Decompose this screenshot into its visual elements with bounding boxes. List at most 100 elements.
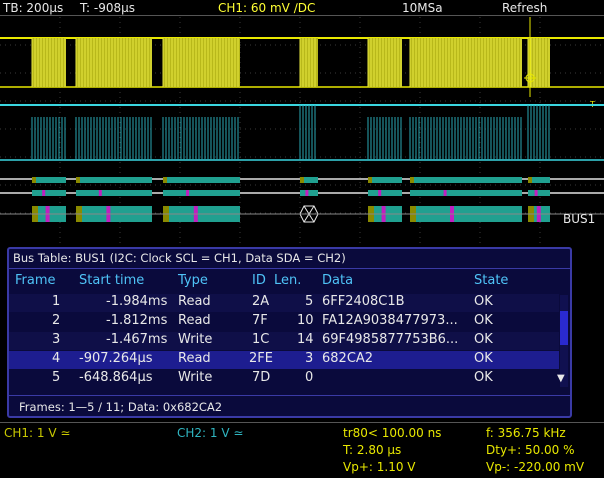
table-row[interactable]: 1 -1.984ms Read 2A 5 6FF2408C1B OK [9, 294, 559, 312]
sample-rate-readout[interactable]: 10MSa [402, 0, 443, 16]
cell-state: OK [474, 332, 493, 347]
measurement-bar: CH1: 1 V ≃ CH2: 1 V ≃ tr80< 100.00 ns T:… [0, 420, 604, 478]
cell-state: OK [474, 370, 493, 385]
cell-data: 69F4985877753B6... [322, 332, 459, 347]
ch1-burst [410, 38, 522, 87]
decode-segment [368, 190, 402, 196]
timebase-readout[interactable]: TB: 200µs [3, 0, 63, 16]
cell-data: 6FF2408C1B [322, 294, 405, 309]
table-header: Frame Start time Type ID Len. Data State [9, 273, 570, 291]
decode-start [76, 177, 80, 183]
ch1-setting-readout[interactable]: CH1: 60 mV ∕DC [218, 0, 315, 16]
ch1-burst [32, 38, 66, 87]
cell-length: 10 [297, 313, 314, 328]
cell-frame: 2 [52, 313, 61, 328]
cell-frame: 5 [52, 370, 61, 385]
divider [9, 268, 570, 269]
decode-segment [410, 190, 522, 196]
rise-time-measurement: tr80< 100.00 ns [343, 426, 442, 440]
decode-start [300, 177, 304, 183]
duty-measurement: Dty+: 50.00 % [486, 443, 575, 457]
decode-ack [378, 190, 382, 196]
divider [9, 395, 570, 396]
column-header-frame: Frame [15, 273, 56, 288]
decode-ack [42, 190, 46, 196]
decode-ack [98, 190, 102, 196]
decode-ack [534, 190, 538, 196]
decode-start [528, 177, 532, 183]
column-header-state: State [474, 273, 509, 288]
cell-frame: 3 [52, 332, 61, 347]
cell-start-time: -907.264µs [79, 351, 153, 366]
cell-data: 682CA2 [322, 351, 374, 366]
decode-start [163, 177, 167, 183]
status-bar: TB: 200µs T: -908µs CH1: 60 mV ∕DC 10MSa… [0, 0, 604, 16]
cell-length: 3 [305, 351, 314, 366]
cell-type: Read [178, 351, 211, 366]
cell-id: 2FE [249, 351, 273, 366]
column-header-length: Len. [274, 273, 302, 288]
bus-table-title: Bus Table: BUS1 (I2C: Clock SCL = CH1, D… [13, 251, 346, 265]
cell-id: 7F [252, 313, 268, 328]
scroll-down-icon[interactable]: ▼ [557, 373, 565, 384]
cell-start-time: -648.864µs [79, 370, 153, 385]
cell-id: 2A [252, 294, 270, 309]
status-bar-divider [0, 15, 604, 16]
cell-length: 14 [297, 332, 314, 347]
table-row-selected[interactable]: 4 -907.264µs Read 2FE 3 682CA2 OK [9, 351, 559, 369]
decode-segment [32, 190, 66, 196]
cell-start-time: -1.984ms [106, 294, 168, 309]
period-measurement: T: 2.80 µs [343, 443, 402, 457]
column-header-data: Data [322, 273, 354, 288]
cell-state: OK [474, 313, 493, 328]
bus-label[interactable]: BUS1 [563, 212, 595, 226]
decode-segment [410, 177, 522, 183]
column-header-id: ID [252, 273, 266, 288]
cell-state: OK [474, 294, 493, 309]
ch1-burst [76, 38, 152, 87]
ch1-burst [368, 38, 402, 87]
divider [0, 422, 604, 423]
ch1-trace [0, 17, 604, 97]
decode-segment [300, 190, 318, 196]
waveform-display[interactable]: T BUS1 [0, 17, 604, 245]
trigger-time-readout[interactable]: T: -908µs [80, 0, 135, 16]
ch2-trace [0, 104, 604, 161]
cell-id: 7D [252, 370, 271, 385]
table-row[interactable]: 3 -1.467ms Write 1C 14 69F4985877753B6..… [9, 332, 559, 350]
decode-segment [76, 190, 152, 196]
table-row[interactable]: 5 -648.864µs Write 7D 0 OK [9, 370, 559, 388]
scrollbar-thumb[interactable] [560, 311, 568, 345]
decode-start [368, 177, 372, 183]
cell-state: OK [474, 351, 493, 366]
cell-type: Write [178, 332, 213, 347]
decode-ack [305, 190, 309, 196]
vp-plus-measurement: Vp+: 1.10 V [343, 460, 416, 474]
cell-length: 5 [305, 294, 314, 309]
decode-segment [368, 177, 402, 183]
decode-ack [186, 190, 190, 196]
decode-segment [528, 190, 550, 196]
decode-segment [163, 190, 240, 196]
cell-data: FA12A9038477973... [322, 313, 458, 328]
cell-frame: 1 [52, 294, 61, 309]
ch1-scale-readout[interactable]: CH1: 1 V ≃ [4, 426, 70, 440]
bus-decode-lanes [0, 177, 604, 223]
frequency-measurement: f: 356.75 kHz [486, 426, 566, 440]
decode-segment [32, 177, 66, 183]
bus-table-panel[interactable]: Bus Table: BUS1 (I2C: Clock SCL = CH1, D… [7, 247, 572, 418]
cell-length: 0 [305, 370, 314, 385]
table-row[interactable]: 2 -1.812ms Read 7F 10 FA12A9038477973...… [9, 313, 559, 331]
cell-start-time: -1.467ms [106, 332, 168, 347]
decode-start [410, 177, 414, 183]
ch2-scale-readout[interactable]: CH2: 1 V ≃ [177, 426, 243, 440]
bus-table-summary: Frames: 1—5 / 11; Data: 0x682CA2 [19, 400, 223, 414]
cell-start-time: -1.812ms [106, 313, 168, 328]
decode-segment [163, 177, 240, 183]
cell-id: 1C [252, 332, 270, 347]
acquisition-mode-readout[interactable]: Refresh [502, 0, 547, 16]
decode-segment [76, 177, 152, 183]
decode-ack [443, 190, 447, 196]
cell-frame: 4 [52, 351, 61, 366]
cell-type: Write [178, 370, 213, 385]
